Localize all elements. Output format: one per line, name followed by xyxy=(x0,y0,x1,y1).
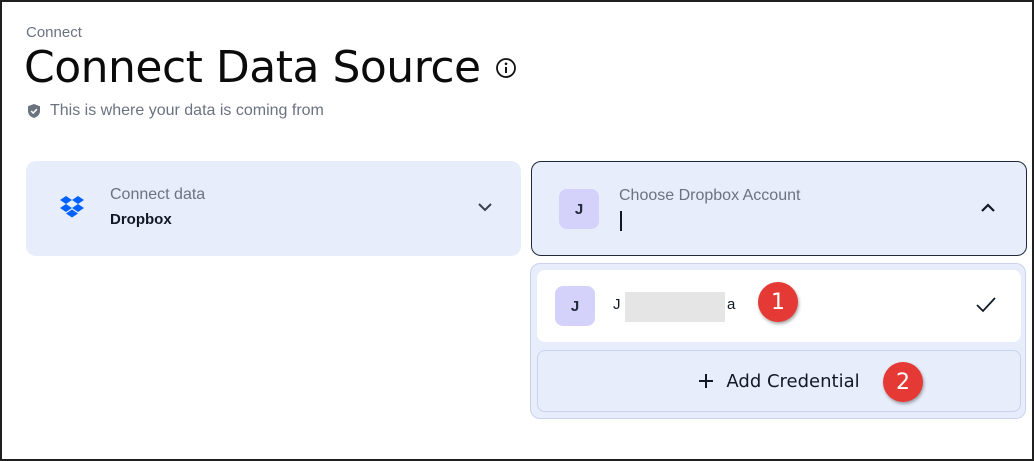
subtitle-row: This is where your data is coming from xyxy=(26,102,324,120)
account-name-end: a xyxy=(727,296,736,313)
source-label: Connect data xyxy=(110,186,206,203)
add-credential-label: Add Credential xyxy=(726,370,860,392)
callout-badge-2: 2 xyxy=(883,362,923,402)
info-icon[interactable] xyxy=(495,57,517,79)
plus-icon xyxy=(698,373,714,389)
callout-badge-1: 1 xyxy=(758,282,798,322)
breadcrumb[interactable]: Connect xyxy=(26,24,82,41)
source-value: Dropbox xyxy=(110,211,172,228)
page-subtitle: This is where your data is coming from xyxy=(50,102,324,119)
avatar: J xyxy=(559,189,599,229)
data-source-select[interactable]: Connect data Dropbox xyxy=(26,161,521,256)
text-cursor xyxy=(620,211,622,231)
add-credential-button[interactable]: Add Credential xyxy=(537,350,1021,412)
shield-icon xyxy=(26,103,42,119)
chevron-down-icon[interactable] xyxy=(475,199,495,215)
title-row: Connect Data Source xyxy=(24,42,517,93)
page-title: Connect Data Source xyxy=(24,42,481,93)
dropbox-icon xyxy=(59,195,85,219)
account-label: Choose Dropbox Account xyxy=(619,187,801,204)
avatar: J xyxy=(555,286,595,326)
check-icon xyxy=(975,296,997,314)
chevron-up-icon[interactable] xyxy=(978,200,998,216)
redaction-block xyxy=(625,292,725,322)
account-select[interactable]: J Choose Dropbox Account xyxy=(531,161,1027,256)
account-name-start: J xyxy=(613,296,621,313)
